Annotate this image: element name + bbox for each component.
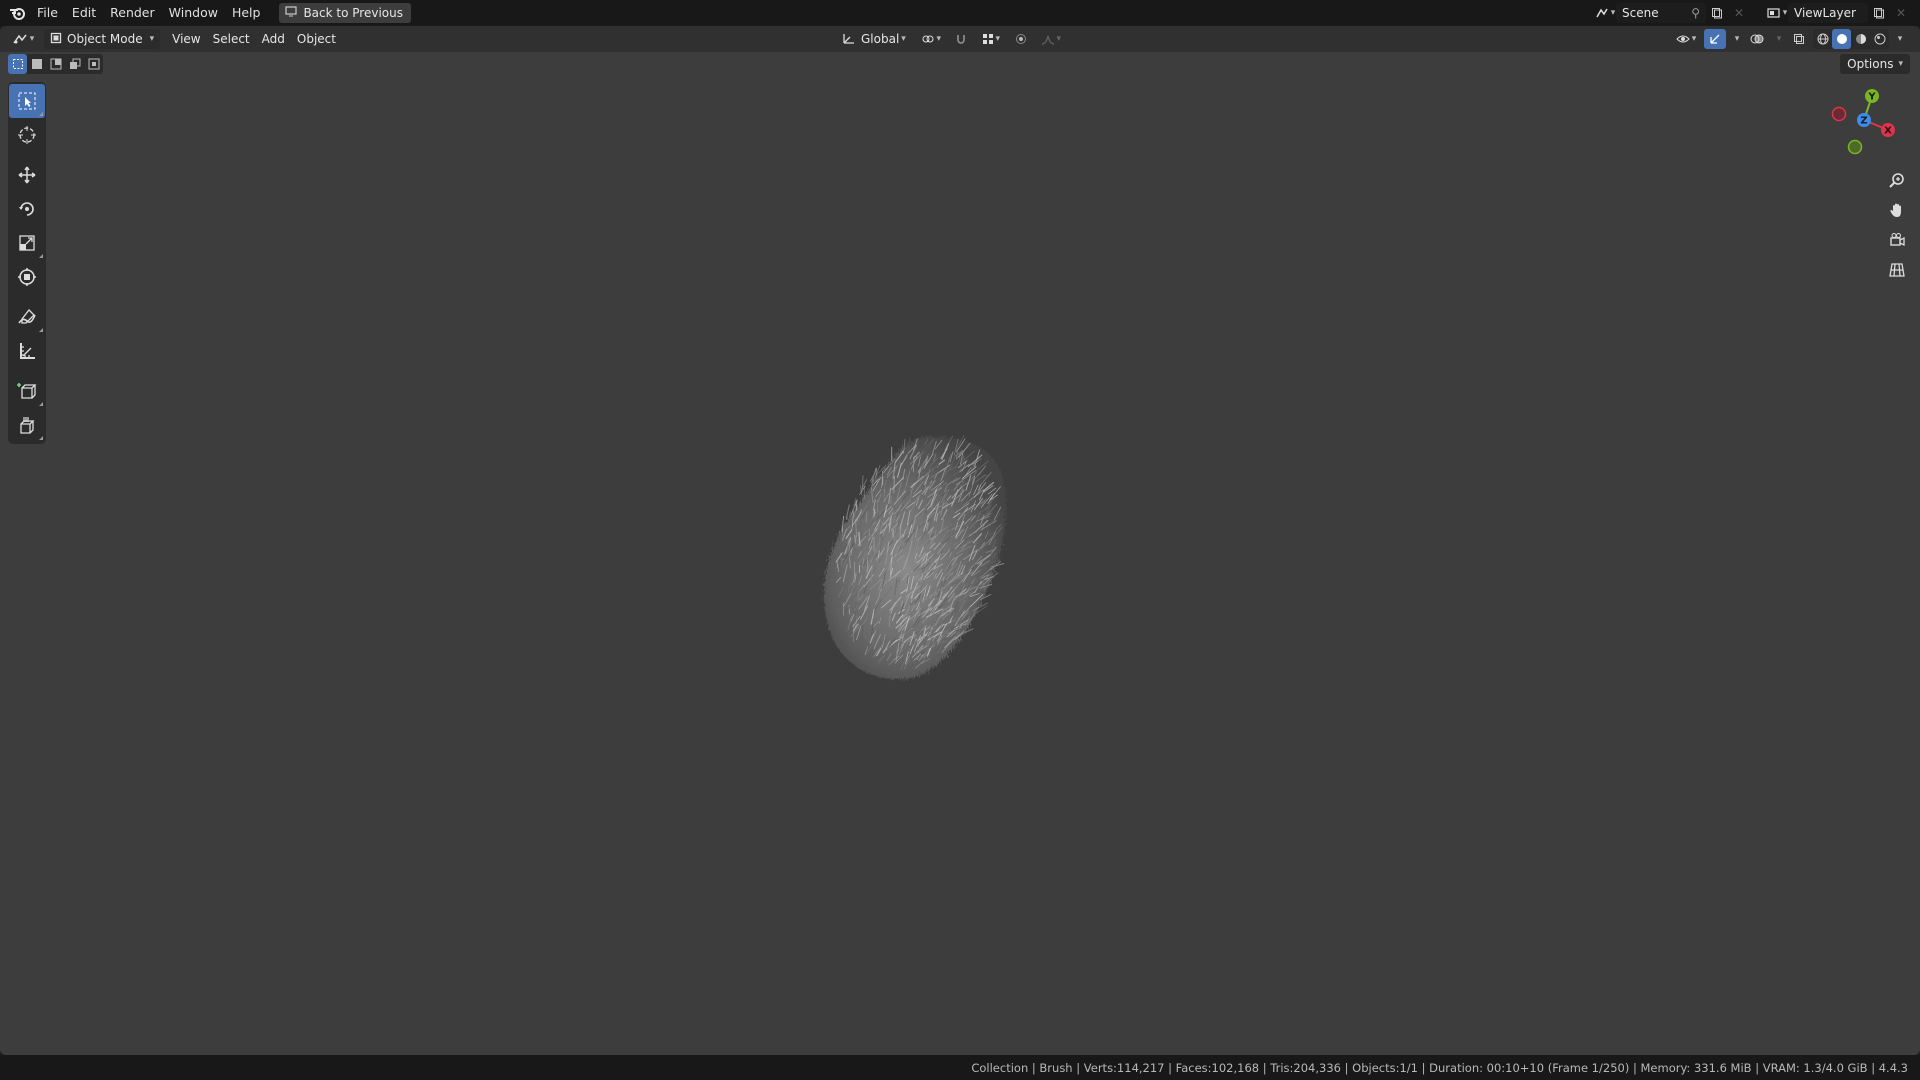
navigation-gizmo[interactable]: Y X Z — [1822, 82, 1902, 162]
blender-logo-icon[interactable] — [4, 0, 30, 26]
rendered-shading-icon[interactable] — [1870, 29, 1889, 49]
view-layer-name-field[interactable]: ViewLayer — [1788, 3, 1868, 23]
extrude-tool-icon[interactable] — [9, 408, 45, 442]
viewport-header: ▾ Object Mode ▾ View Select Add Object G… — [0, 26, 1920, 52]
menu-object[interactable]: Object — [291, 28, 342, 50]
scene-selector: ▾ Scene ⚲ ✕ — [1594, 3, 1750, 23]
orientation-icon — [842, 32, 856, 47]
xray-toggle-icon[interactable] — [1788, 29, 1810, 49]
new-view-layer-icon[interactable] — [1868, 3, 1890, 23]
move-tool-icon[interactable] — [9, 158, 45, 192]
select-new-icon[interactable] — [8, 54, 27, 74]
orientation-label: Global — [861, 32, 900, 46]
shading-mode-group — [1813, 29, 1889, 49]
top-bar: File Edit Render Window Help Back to Pre… — [0, 0, 1920, 26]
transform-tool-icon[interactable] — [9, 260, 45, 294]
axis-x-label: X — [1884, 126, 1892, 137]
axis-neg-y-handle — [1847, 139, 1863, 155]
rotate-tool-icon[interactable] — [9, 192, 45, 226]
axis-neg-x-handle — [1831, 106, 1847, 122]
status-bar: Collection | Brush | Verts:114,217 | Fac… — [0, 1055, 1920, 1080]
select-extend-icon[interactable] — [27, 54, 46, 74]
chevron-down-icon: ▾ — [149, 34, 155, 44]
new-scene-icon[interactable] — [1706, 3, 1728, 23]
select-box-tool-icon[interactable] — [9, 84, 45, 118]
object-mode-icon — [50, 32, 62, 47]
options-label: Options — [1847, 57, 1894, 71]
proportional-edit-icon[interactable] — [1010, 29, 1032, 49]
menu-render[interactable]: Render — [103, 0, 162, 26]
visibility-eye-icon[interactable]: ▾ — [1671, 29, 1701, 49]
shading-dropdown-icon[interactable]: ▾ — [1892, 29, 1906, 49]
zoom-icon[interactable] — [1884, 167, 1910, 193]
pin-icon[interactable]: ⚲ — [1691, 6, 1700, 20]
view-layer-browse-icon[interactable]: ▾ — [1766, 3, 1788, 23]
scene-statistics: Collection | Brush | Verts:114,217 | Fac… — [971, 1060, 1908, 1075]
gizmo-toggle-icon[interactable] — [1704, 29, 1726, 49]
gizmo-dropdown-icon[interactable]: ▾ — [1729, 29, 1743, 49]
delete-scene-icon[interactable]: ✕ — [1728, 3, 1750, 23]
tool-shelf — [8, 82, 46, 444]
editor-type-icon[interactable]: ▾ — [8, 29, 38, 49]
scene-name: Scene — [1622, 6, 1659, 20]
transform-controls: Global ▾ ▾ ▾ ▾ — [836, 28, 1066, 50]
menu-file[interactable]: File — [30, 0, 65, 26]
solid-shading-icon[interactable] — [1832, 29, 1851, 49]
menu-select[interactable]: Select — [207, 28, 256, 50]
options-dropdown[interactable]: Options ▾ — [1840, 54, 1910, 74]
axis-z-label: Z — [1860, 116, 1867, 127]
overlays-toggle-icon[interactable] — [1746, 29, 1768, 49]
wireframe-shading-icon[interactable] — [1813, 29, 1832, 49]
scene-browse-icon[interactable]: ▾ — [1594, 3, 1616, 23]
select-intersect-icon[interactable] — [84, 54, 103, 74]
cursor-tool-icon[interactable] — [9, 118, 45, 152]
select-subtract-icon[interactable] — [46, 54, 65, 74]
view-layer-name: ViewLayer — [1794, 6, 1856, 20]
menu-window[interactable]: Window — [162, 0, 225, 26]
material-shading-icon[interactable] — [1851, 29, 1870, 49]
3d-viewport-editor: ▾ Object Mode ▾ View Select Add Object G… — [0, 26, 1920, 1055]
select-difference-icon[interactable] — [65, 54, 84, 74]
menu-edit[interactable]: Edit — [65, 0, 103, 26]
menu-help[interactable]: Help — [225, 0, 268, 26]
pan-hand-icon[interactable] — [1884, 197, 1910, 223]
axis-y-label: Y — [1867, 92, 1876, 103]
back-to-previous-button[interactable]: Back to Previous — [279, 3, 411, 23]
object-mode-label: Object Mode — [67, 32, 143, 46]
delete-view-layer-icon[interactable]: ✕ — [1890, 3, 1912, 23]
view-layer-selector: ▾ ViewLayer ✕ — [1766, 3, 1912, 23]
chevron-down-icon: ▾ — [901, 34, 906, 44]
selection-mode-group — [8, 54, 103, 74]
measure-tool-icon[interactable] — [9, 334, 45, 368]
camera-view-icon[interactable] — [1884, 227, 1910, 253]
3d-viewport[interactable]: Options ▾ Y X Z — [0, 52, 1920, 1055]
add-cube-tool-icon[interactable] — [9, 374, 45, 408]
orientation-dropdown[interactable]: Global ▾ — [836, 28, 912, 50]
back-to-previous-label: Back to Previous — [303, 6, 403, 20]
navigation-tools — [1884, 167, 1910, 283]
perspective-toggle-icon[interactable] — [1884, 257, 1910, 283]
scale-tool-icon[interactable] — [9, 226, 45, 260]
menu-view[interactable]: View — [166, 28, 206, 50]
viewport-display-controls: ▾ ▾ ▾ ▾ — [1671, 28, 1906, 50]
object-mode-dropdown[interactable]: Object Mode ▾ — [44, 29, 161, 49]
scene-name-field[interactable]: Scene ⚲ — [1616, 3, 1706, 23]
pivot-point-icon[interactable]: ▾ — [916, 29, 946, 49]
chevron-down-icon: ▾ — [1898, 59, 1903, 69]
annotate-tool-icon[interactable] — [9, 300, 45, 334]
falloff-icon[interactable]: ▾ — [1036, 29, 1066, 49]
menu-add[interactable]: Add — [256, 28, 291, 50]
overlays-dropdown-icon[interactable]: ▾ — [1771, 29, 1785, 49]
snap-target-icon[interactable]: ▾ — [976, 29, 1006, 49]
furry-brush-object[interactable] — [816, 407, 1016, 697]
snap-toggle-icon[interactable] — [950, 29, 972, 49]
screen-icon — [285, 6, 298, 20]
